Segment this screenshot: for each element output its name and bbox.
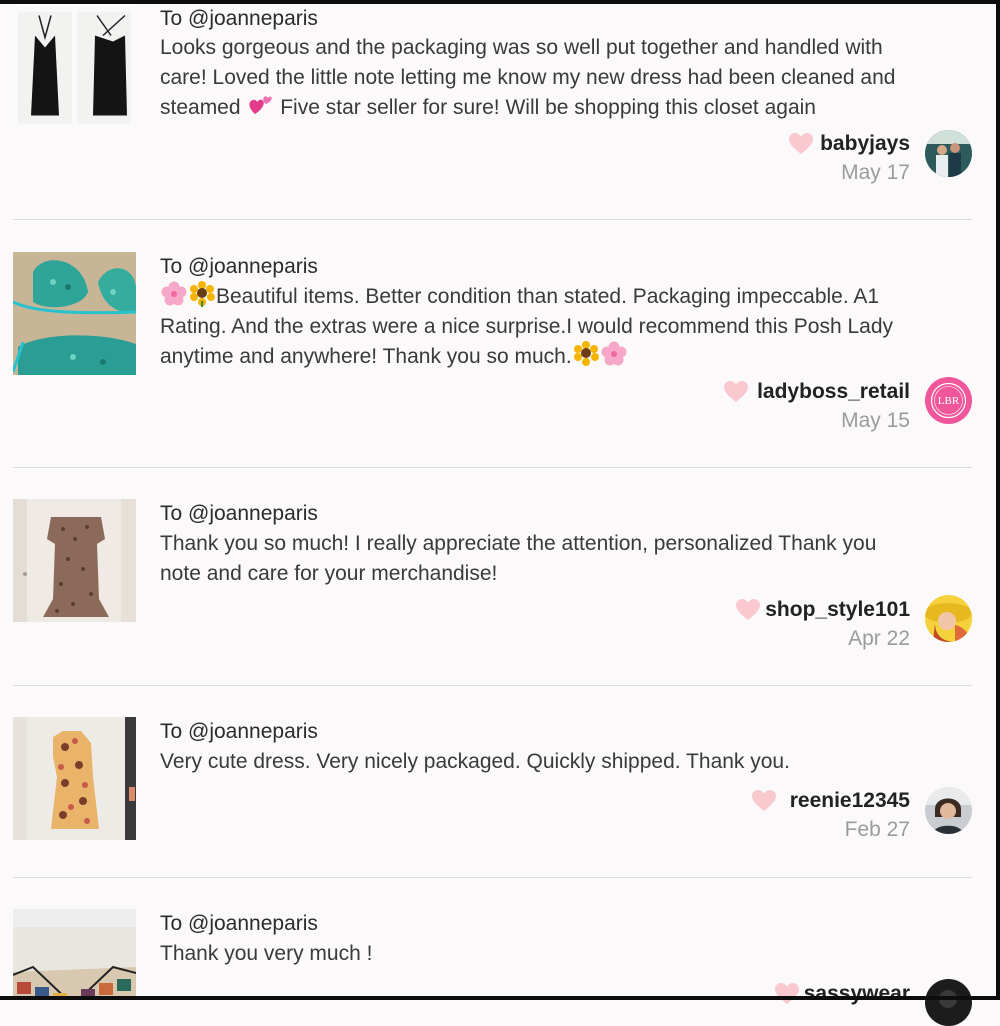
review-text: Very cute dress. Very nicely packaged. Q… [160,747,975,777]
review-text-segment: Five star seller for sure! Will be shopp… [280,96,816,119]
heart-icon[interactable] [789,133,813,155]
review-recipient: To @joanneparis [160,502,318,525]
sunflower-icon [190,281,215,307]
reviewer-username[interactable]: babyjays [820,131,910,157]
avatar-logo-icon: LBR [925,377,972,424]
heart-icon[interactable] [752,790,776,812]
review-divider [13,877,972,878]
review-text-line: Rating. And the extras were a nice surpr… [160,314,894,338]
avatar-photo-icon [925,979,972,1026]
hat-woman-avatar[interactable] [925,595,972,642]
review-divider [13,219,972,220]
review-text-line: Very cute dress. Very nicely packaged. Q… [160,750,790,773]
woman-photo-avatar[interactable] [925,787,972,834]
top-frame-edge [0,0,1000,4]
avatar-logo-text: LBR [938,395,960,407]
cherry-blossom-icon [161,281,187,306]
review-text-line: note and care for your merchandise! [160,561,498,585]
review-text-line: Thank you very much ! [160,942,373,965]
clutch-bag-photo[interactable] [13,909,136,996]
review-text-line: anytime and anywhere! Thank you so much. [160,341,975,372]
review-date: Apr 22 [848,627,910,650]
print-dress-photo[interactable] [13,717,136,840]
dark-avatar[interactable] [925,979,972,1026]
black-dress-icon [13,5,136,124]
leopard-dress-icon [13,499,136,622]
review-recipient: To @joanneparis [160,720,318,743]
review-recipient: To @joanneparis [160,7,318,30]
reviewer-username[interactable]: shop_style101 [765,597,910,623]
avatar-photo-icon [925,595,972,642]
review-text: Beautiful items. Better condition than s… [160,281,975,372]
reviewer-username[interactable]: reenie12345 [790,788,910,814]
review-text-line: Looks gorgeous and the packaging was so … [160,36,883,59]
review-divider [13,685,972,686]
review-text: Thank you very much ! [160,939,975,969]
bottom-frame-edge [0,996,1000,1000]
clutch-bag-icon [13,927,136,996]
review-text-segment: Beautiful items. Better condition than s… [216,285,880,308]
sunflower-icon [573,341,599,366]
review-text: Looks gorgeous and the packaging was so … [160,33,975,123]
print-dress-icon [13,717,136,840]
review-text-line: Thank you so much! I really appreciate t… [160,532,877,555]
review-text-segment: anytime and anywhere! Thank you so much. [160,345,572,368]
avatar-photo-icon [925,130,972,177]
review-recipient: To @joanneparis [160,255,318,278]
leopard-dress-photo[interactable] [13,499,136,622]
review-recipient: To @joanneparis [160,912,318,935]
review-text-line: steamed Five star seller for sure! Will … [160,92,975,123]
sequin-bikini-photo[interactable] [13,252,136,375]
sequin-bikini-icon [13,252,136,375]
heart-icon[interactable] [724,381,748,403]
review-text: Thank you so much! I really appreciate t… [160,529,975,588]
heart-icon[interactable] [775,983,799,1005]
review-date: May 17 [841,161,910,184]
avatar-photo-icon [925,787,972,834]
reviewer-username[interactable]: ladyboss_retail [757,379,910,405]
review-date: Feb 27 [844,818,910,841]
review-text-line: Beautiful items. Better condition than s… [160,281,975,312]
review-text-line: care! Loved the little note letting me k… [160,65,896,89]
lbr-logo-avatar[interactable]: LBR [925,377,972,424]
right-frame-edge [996,0,1000,1000]
black-dress-photo[interactable] [13,4,136,124]
couple-photo-avatar[interactable] [925,130,972,177]
two-hearts-icon [249,96,273,114]
review-divider [13,467,972,468]
reviewer-username[interactable]: sassywear [804,981,910,1007]
cherry-blossom-icon [601,341,627,366]
review-text-segment: steamed [160,96,241,119]
heart-icon[interactable] [736,599,760,621]
review-date: May 15 [841,409,910,432]
